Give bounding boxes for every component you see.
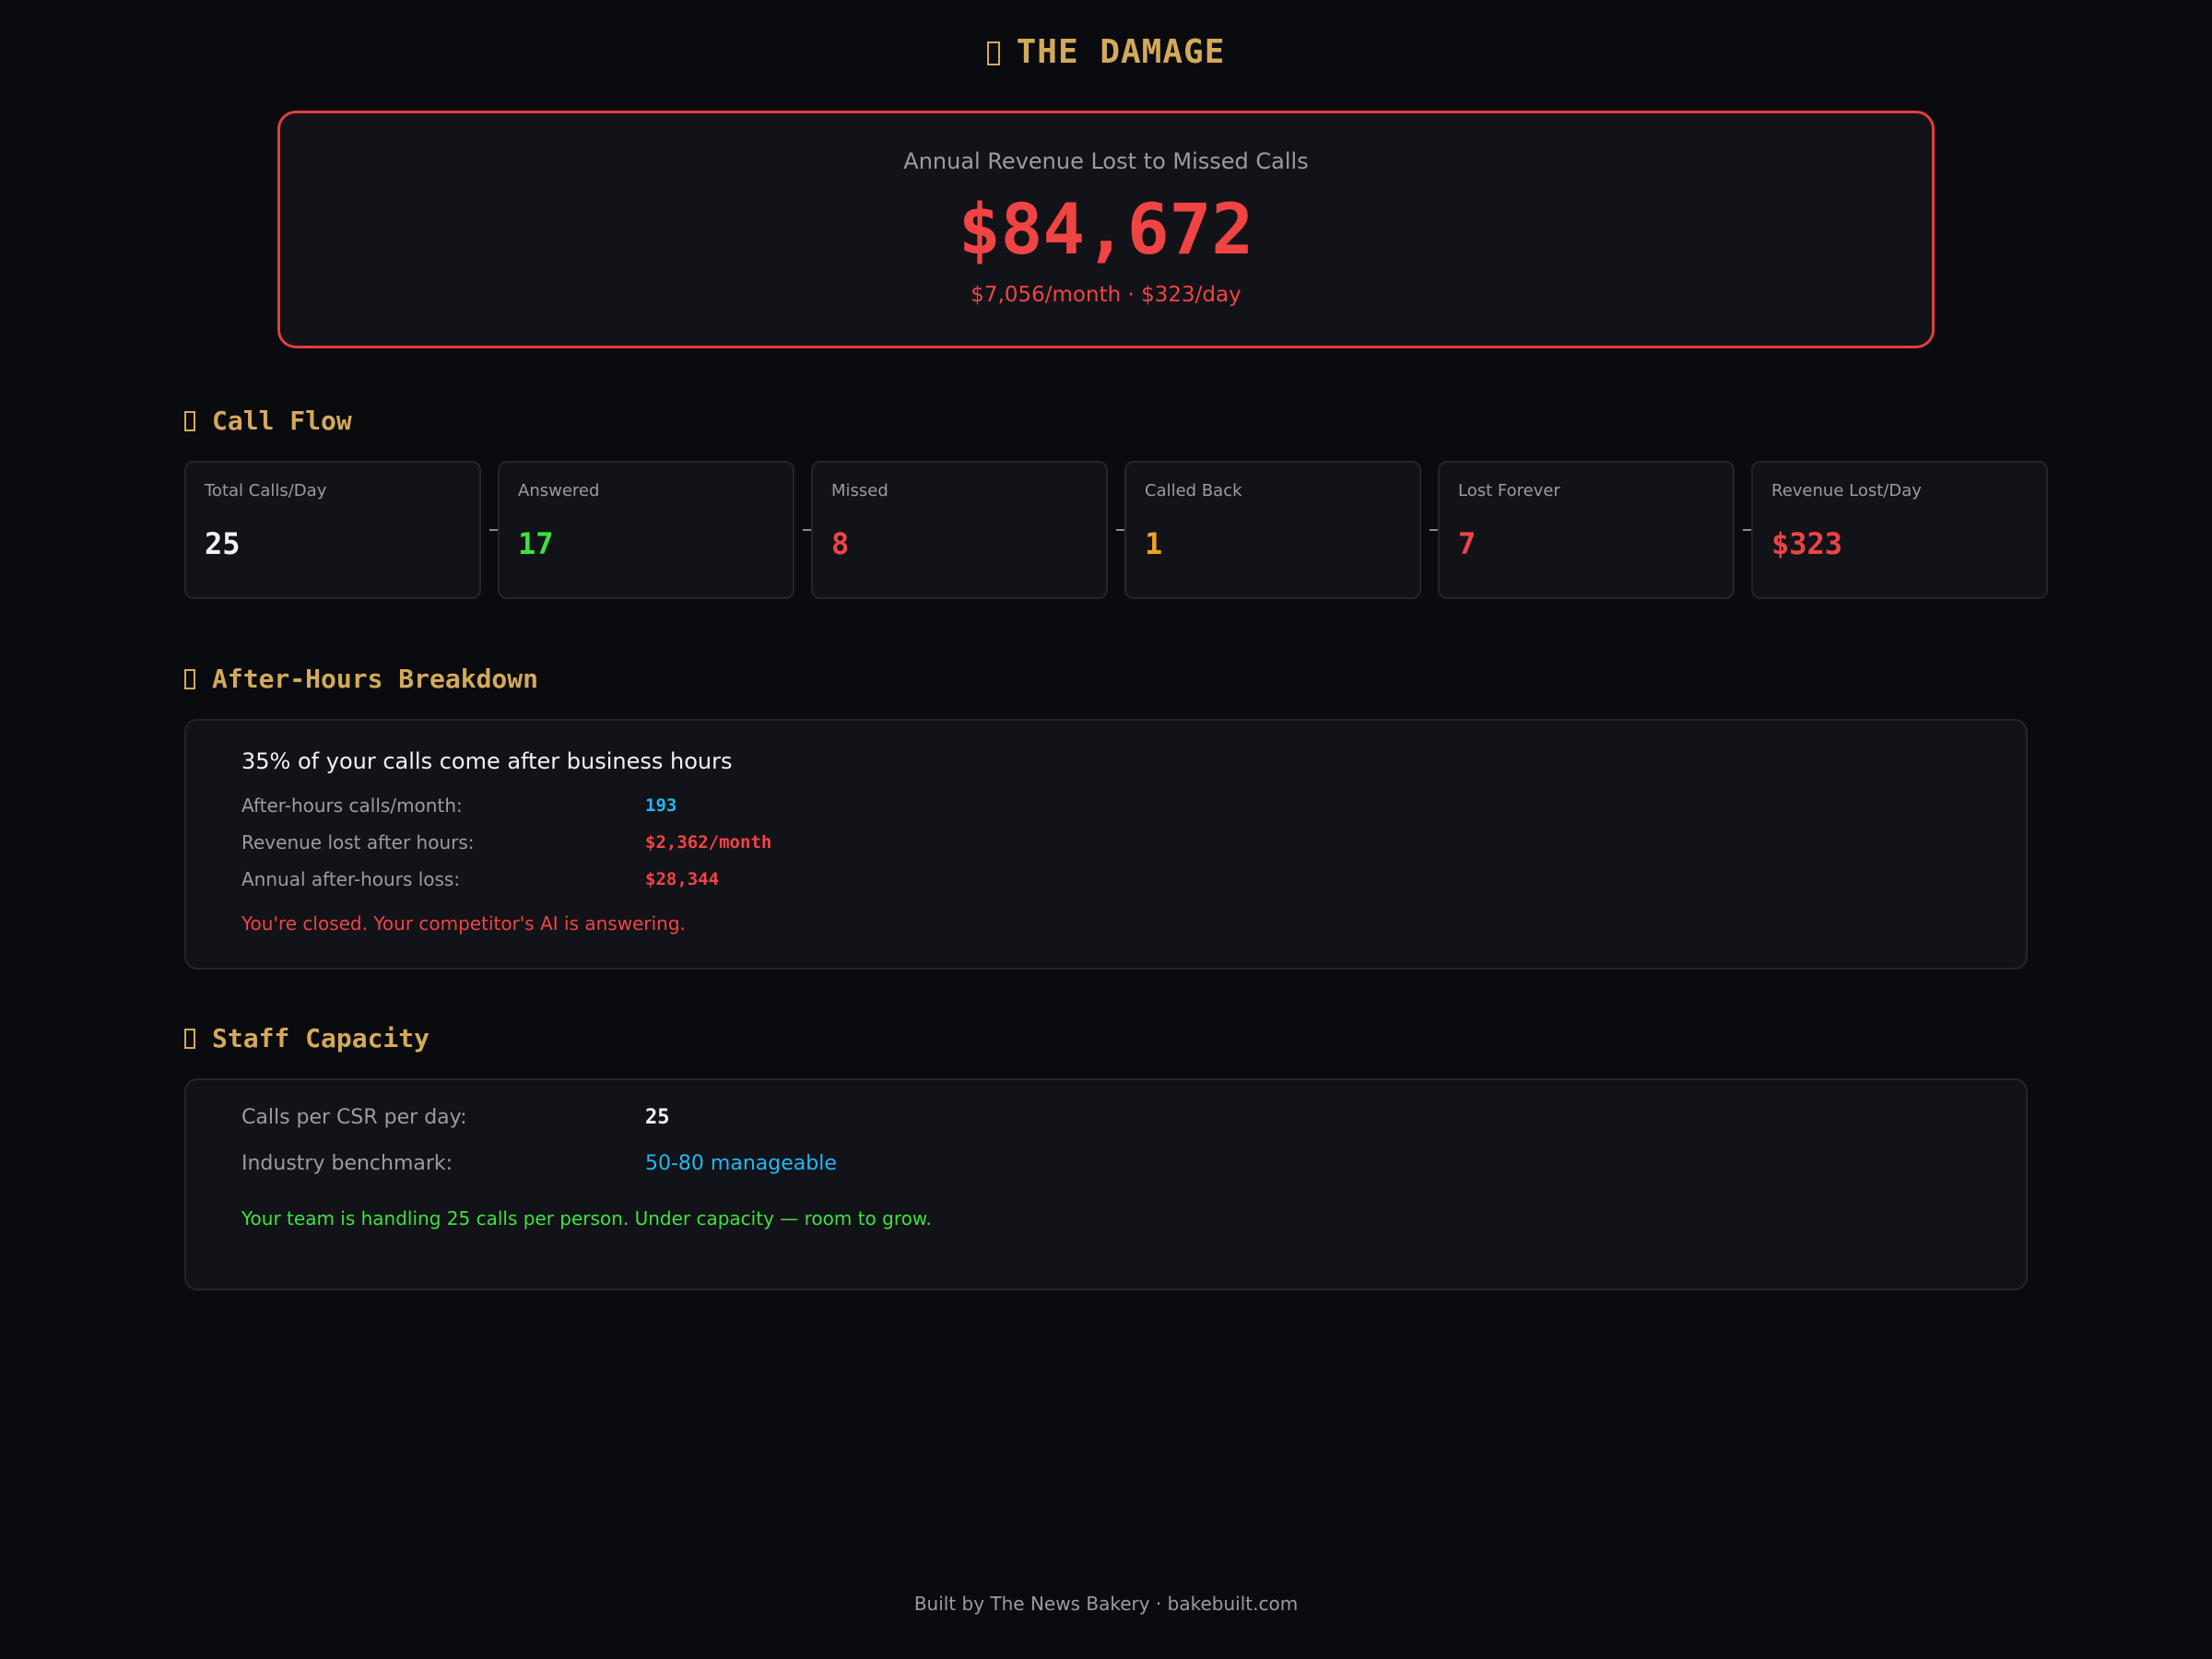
glyph-box-icon	[184, 411, 195, 431]
after-hours-calls-value: 193	[645, 795, 677, 816]
flow-card-label: Total Calls/Day	[205, 481, 327, 500]
annual-loss-amount: $84,672	[958, 188, 1254, 270]
staff-capacity-panel: Calls per CSR per day: 25 Industry bench…	[184, 1078, 2028, 1290]
after-hours-revenue-label: Revenue lost after hours:	[241, 831, 475, 853]
industry-benchmark-value: 50-80 manageable	[645, 1152, 837, 1175]
capacity-note: Your team is handling 25 calls per perso…	[241, 1207, 932, 1230]
flow-card-value: 25	[205, 526, 241, 561]
page-title: THE DAMAGE	[0, 33, 2212, 71]
calls-per-csr-value: 25	[645, 1106, 670, 1129]
call-flow-heading: Call Flow	[184, 406, 352, 436]
flow-card-value: 1	[1145, 526, 1163, 561]
staff-capacity-heading-text: Staff Capacity	[212, 1023, 430, 1053]
industry-benchmark-label: Industry benchmark:	[241, 1152, 453, 1175]
flow-card-value: 7	[1458, 526, 1477, 561]
flow-card-label: Lost Forever	[1458, 481, 1560, 500]
flow-card-label: Called Back	[1145, 481, 1242, 500]
after-hours-heading-text: After-Hours Breakdown	[212, 664, 539, 694]
staff-capacity-heading: Staff Capacity	[184, 1023, 429, 1053]
flow-card-label: Missed	[831, 481, 888, 500]
flow-card-lost-forever: Lost Forever 7	[1438, 461, 1735, 599]
glyph-box-icon	[184, 1029, 195, 1049]
call-flow-row: Total Calls/Day 25 Answered 17 Missed 8 …	[184, 461, 2048, 599]
footer-credit: Built by The News Bakery · bakebuilt.com	[913, 1593, 1299, 1615]
after-hours-warning: You're closed. Your competitor's AI is a…	[241, 912, 686, 935]
flow-card-called-back: Called Back 1	[1124, 461, 1421, 599]
after-hours-calls-label: After-hours calls/month:	[241, 794, 463, 817]
calls-per-csr-label: Calls per CSR per day:	[241, 1106, 467, 1129]
glyph-box-icon	[986, 41, 1000, 65]
flow-card-label: Revenue Lost/Day	[1771, 481, 1922, 500]
glyph-box-icon	[184, 669, 195, 689]
loss-breakdown: $7,056/month · $323/day	[971, 283, 1241, 307]
after-hours-annual-value: $28,344	[645, 869, 720, 889]
annual-loss-label: Annual Revenue Lost to Missed Calls	[903, 148, 1309, 174]
flow-card-value: 17	[518, 526, 554, 561]
after-hours-revenue-value: $2,362/month	[645, 832, 772, 853]
flow-card-value: 8	[831, 526, 850, 561]
after-hours-heading: After-Hours Breakdown	[184, 664, 538, 694]
page-title-text: THE DAMAGE	[1016, 33, 1226, 71]
flow-card-missed: Missed 8	[811, 461, 1108, 599]
flow-card-answered: Answered 17	[498, 461, 794, 599]
call-flow-heading-text: Call Flow	[212, 406, 352, 436]
annual-loss-panel: Annual Revenue Lost to Missed Calls $84,…	[277, 111, 1935, 348]
after-hours-panel: 35% of your calls come after business ho…	[184, 719, 2028, 970]
flow-card-value: $323	[1771, 526, 1843, 561]
flow-card-label: Answered	[518, 481, 600, 500]
flow-card-revenue-lost: Revenue Lost/Day $323	[1751, 461, 2048, 599]
after-hours-headline: 35% of your calls come after business ho…	[241, 748, 733, 774]
flow-card-total-calls: Total Calls/Day 25	[184, 461, 481, 599]
after-hours-annual-label: Annual after-hours loss:	[241, 868, 461, 890]
